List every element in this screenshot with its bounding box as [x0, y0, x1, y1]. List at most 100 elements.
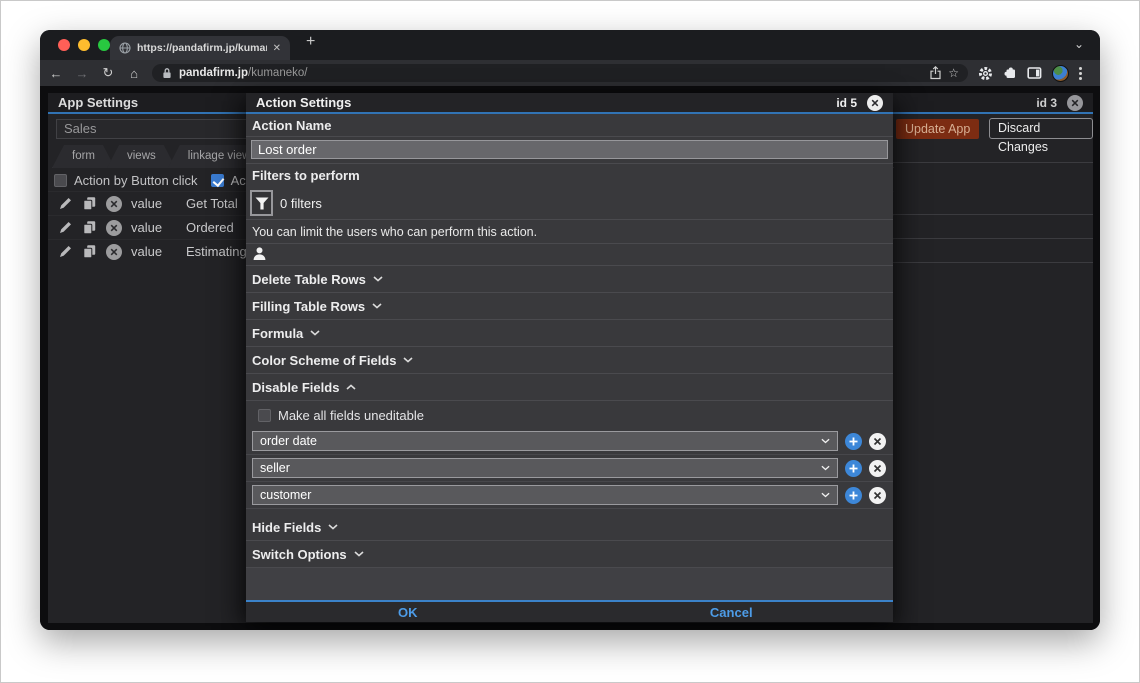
- chevron-down-icon: [354, 551, 364, 557]
- browser-window: https://pandafirm.jp/kumaneko ✕ + ⌄ ← → …: [40, 30, 1100, 630]
- app-settings-close-icon[interactable]: [1067, 95, 1083, 111]
- chevron-down-icon: [403, 357, 413, 363]
- row-separator: [893, 262, 1093, 263]
- filters-label: Filters to perform: [246, 164, 893, 186]
- row-name: Estimating: [186, 244, 247, 259]
- tab-form[interactable]: form: [52, 145, 115, 168]
- browser-menu-icon[interactable]: [1079, 67, 1082, 80]
- add-field-button[interactable]: [845, 460, 862, 477]
- section-label: Hide Fields: [252, 520, 321, 535]
- action-settings-header: Action Settings id 5: [246, 93, 893, 114]
- edit-pencil-icon[interactable]: [58, 196, 73, 211]
- edit-pencil-icon[interactable]: [58, 220, 73, 235]
- action-b-checkbox[interactable]: [211, 174, 224, 187]
- update-app-button[interactable]: Update App: [896, 119, 979, 139]
- row-value-label: value: [131, 220, 177, 235]
- section-hide-fields[interactable]: Hide Fields: [246, 514, 893, 541]
- copy-icon[interactable]: [82, 220, 97, 235]
- field-select[interactable]: order date: [252, 431, 838, 451]
- permission-note: You can limit the users who can perform …: [246, 220, 893, 244]
- side-panel-icon[interactable]: [1027, 66, 1042, 80]
- person-icon[interactable]: [253, 247, 886, 261]
- modal-filler: [246, 568, 893, 600]
- copy-icon[interactable]: [82, 244, 97, 259]
- tab-list-chevron-icon[interactable]: ⌄: [1074, 37, 1084, 51]
- chevron-down-icon: [821, 438, 830, 444]
- section-label: Disable Fields: [252, 380, 339, 395]
- lock-icon: [161, 67, 173, 80]
- row-value-label: value: [131, 196, 177, 211]
- field-select[interactable]: customer: [252, 485, 838, 505]
- chevron-down-icon: [821, 465, 830, 471]
- field-select[interactable]: seller: [252, 458, 838, 478]
- remove-field-button[interactable]: [869, 460, 886, 477]
- row-separator: [893, 238, 1093, 239]
- home-button[interactable]: ⌂: [126, 66, 142, 81]
- section-switch-options[interactable]: Switch Options: [246, 541, 893, 568]
- close-window-button[interactable]: [58, 39, 70, 51]
- row-name: Get Total: [186, 196, 238, 211]
- remove-field-button[interactable]: [869, 487, 886, 504]
- extensions-puzzle-icon[interactable]: [1003, 66, 1017, 80]
- row-separator: [893, 162, 1093, 163]
- make-uneditable-row: Make all fields uneditable: [246, 401, 893, 428]
- action-settings-id-badge: id 5: [836, 96, 857, 110]
- section-formula[interactable]: Formula: [246, 320, 893, 347]
- section-delete-table-rows[interactable]: Delete Table Rows: [246, 266, 893, 293]
- ok-button[interactable]: OK: [246, 602, 570, 622]
- action-name-input[interactable]: Lost order: [251, 140, 888, 159]
- cancel-button[interactable]: Cancel: [570, 602, 894, 622]
- add-field-button[interactable]: [845, 487, 862, 504]
- permission-users-row: [246, 244, 893, 266]
- globe-favicon-icon: [119, 42, 131, 54]
- remove-field-button[interactable]: [869, 433, 886, 450]
- section-label: Formula: [252, 326, 303, 341]
- action-by-button-click-checkbox[interactable]: [54, 174, 67, 187]
- discard-changes-button[interactable]: Discard Changes: [989, 118, 1093, 139]
- chevron-down-icon: [372, 303, 382, 309]
- disabled-field-row: customer: [246, 482, 893, 509]
- maximize-window-button[interactable]: [98, 39, 110, 51]
- make-uneditable-label: Make all fields uneditable: [278, 408, 424, 423]
- edit-pencil-icon[interactable]: [58, 244, 73, 259]
- add-field-button[interactable]: [845, 433, 862, 450]
- modal-footer: OK Cancel: [246, 600, 893, 622]
- chevron-down-icon: [821, 492, 830, 498]
- back-button[interactable]: ←: [48, 66, 64, 81]
- row-name: Ordered: [186, 220, 234, 235]
- minimize-window-button[interactable]: [78, 39, 90, 51]
- profile-avatar[interactable]: [1052, 65, 1069, 82]
- tab-title: https://pandafirm.jp/kumaneko: [137, 42, 267, 54]
- url-path: /kumaneko/: [248, 67, 307, 79]
- forward-button[interactable]: →: [74, 66, 90, 81]
- filter-button[interactable]: [250, 190, 273, 216]
- delete-x-icon[interactable]: [106, 196, 122, 212]
- chevron-up-icon: [346, 384, 356, 390]
- action-settings-close-icon[interactable]: [867, 95, 883, 111]
- section-filling-table-rows[interactable]: Filling Table Rows: [246, 293, 893, 320]
- url-domain: pandafirm.jp: [179, 67, 248, 79]
- row-separator: [893, 214, 1093, 215]
- field-select-value: order date: [260, 434, 821, 448]
- tab-views[interactable]: views: [107, 145, 176, 168]
- delete-x-icon[interactable]: [106, 244, 122, 260]
- browser-tab[interactable]: https://pandafirm.jp/kumaneko ✕: [110, 36, 290, 60]
- address-bar[interactable]: pandafirm.jp/kumaneko/ ☆: [152, 64, 968, 82]
- row-value-label: value: [131, 244, 177, 259]
- reload-button[interactable]: ↻: [100, 65, 116, 81]
- copy-icon[interactable]: [82, 196, 97, 211]
- new-tab-button[interactable]: +: [306, 33, 315, 51]
- tab-strip: https://pandafirm.jp/kumaneko ✕ + ⌄: [40, 30, 1100, 60]
- tab-close-icon[interactable]: ✕: [273, 43, 281, 54]
- section-disable-fields[interactable]: Disable Fields: [246, 374, 893, 401]
- settings-gear-icon[interactable]: [978, 66, 993, 81]
- action-settings-title: Action Settings: [256, 95, 826, 110]
- share-icon[interactable]: [929, 66, 942, 80]
- bookmark-star-icon[interactable]: ☆: [948, 66, 959, 80]
- chevron-down-icon: [328, 524, 338, 530]
- make-uneditable-checkbox[interactable]: [258, 409, 271, 422]
- delete-x-icon[interactable]: [106, 220, 122, 236]
- section-color-scheme[interactable]: Color Scheme of Fields: [246, 347, 893, 374]
- url-text: pandafirm.jp/kumaneko/: [179, 67, 307, 79]
- app-settings-id-badge: id 3: [1036, 96, 1057, 110]
